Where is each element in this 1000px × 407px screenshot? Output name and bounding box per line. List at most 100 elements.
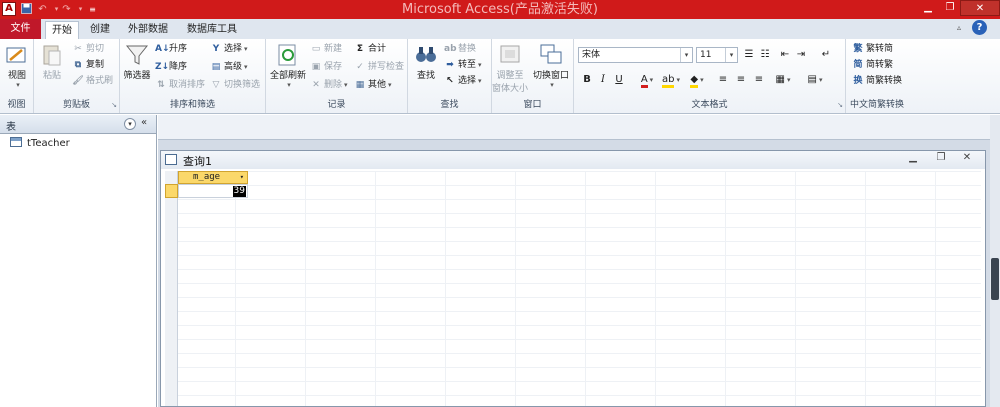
- size-to-fit-label-2: 窗体大小: [492, 84, 529, 94]
- format-painter-button[interactable]: 🖌 格式刷: [72, 73, 113, 89]
- toggle-filter-button[interactable]: ▽ 切换筛选: [210, 77, 260, 93]
- brush-icon: 🖌: [72, 76, 84, 86]
- view-icon: [6, 47, 26, 63]
- chevron-down-icon: ▾: [478, 77, 482, 85]
- numbering-icon[interactable]: ☷: [758, 47, 772, 63]
- totals-label: 合计: [368, 44, 387, 54]
- format-painter-label: 格式刷: [86, 76, 114, 86]
- group-sort-filter: 筛选器 A↓升序 Z↓降序 ⇅ 取消排序 Y 选择 ▾ ▤ 高级 ▾ ▽ 切换筛选 排序和筛…: [120, 39, 266, 113]
- advanced-button[interactable]: ▤ 高级 ▾: [210, 59, 248, 75]
- nav-item-table[interactable]: tTeacher: [10, 137, 70, 151]
- bold-button[interactable]: B: [580, 72, 594, 88]
- collapse-pane-icon[interactable]: «: [141, 117, 147, 128]
- cursor-icon: ↖: [446, 76, 454, 86]
- group-label-window: 窗口: [523, 100, 542, 110]
- replace-button[interactable]: ab替换: [444, 41, 476, 57]
- close-icon[interactable]: ✕: [959, 152, 975, 163]
- group-text-format: 宋体 ▾ 11 ▾ ☰ ☷ ⇤ ⇥ ↵ B I U A ▾ ab ▾ ◆ ▾ ≡ ≡ ≡ …: [574, 39, 846, 113]
- refresh-all-button[interactable]: 全部刷新 ▾: [268, 42, 308, 89]
- close-icon[interactable]: ✕: [960, 0, 1000, 16]
- minimize-icon[interactable]: ▁: [905, 152, 921, 163]
- more-button[interactable]: ▦ 其他 ▾: [354, 77, 392, 93]
- font-color-button[interactable]: A ▾: [636, 72, 658, 88]
- datasheet-grid[interactable]: m_age ▾ 39: [165, 171, 981, 406]
- totals-button[interactable]: Σ 合计: [354, 41, 386, 57]
- restore-icon[interactable]: ❐: [939, 0, 961, 16]
- align-center-icon[interactable]: ≡: [734, 72, 748, 88]
- replace-icon: ab: [444, 44, 457, 54]
- tab-file[interactable]: 文件: [0, 19, 41, 39]
- bullets-icon[interactable]: ☰: [742, 47, 756, 63]
- fill-color-button[interactable]: ◆ ▾: [686, 72, 708, 88]
- cut-label: 剪切: [86, 44, 105, 54]
- group-label-clipboard: 剪贴板: [62, 100, 90, 110]
- advanced-label: 高级: [224, 62, 243, 72]
- size-to-fit-button[interactable]: 调整至 窗体大小: [492, 42, 528, 94]
- tab-external-data[interactable]: 外部数据: [123, 21, 173, 39]
- query-window-header[interactable]: 查询1 ▁ ❐ ✕: [161, 151, 985, 169]
- increase-indent-icon[interactable]: ⇥: [794, 47, 808, 63]
- chevron-down-icon: ▾: [287, 81, 291, 89]
- help-icon[interactable]: ?: [972, 20, 987, 35]
- dialog-launcher-icon[interactable]: ↘: [837, 101, 843, 109]
- filter-label: 筛选器: [123, 71, 151, 81]
- sort-ascending-button[interactable]: A↓升序: [155, 41, 187, 57]
- delete-record-button[interactable]: ✕ 删除 ▾: [310, 77, 347, 93]
- scrollbar-thumb[interactable]: [991, 258, 999, 300]
- font-name-select[interactable]: 宋体 ▾: [578, 47, 693, 63]
- spelling-button[interactable]: ✓ 拼写检查: [354, 59, 404, 75]
- column-header[interactable]: m_age ▾: [178, 171, 248, 184]
- chinese-conversion-button[interactable]: 换简繁转换: [852, 73, 902, 89]
- scrollbar[interactable]: [990, 115, 1000, 407]
- dialog-launcher-icon[interactable]: ↘: [111, 101, 117, 109]
- align-right-icon[interactable]: ≡: [752, 72, 766, 88]
- highlight-button[interactable]: ab ▾: [660, 72, 682, 88]
- data-cell[interactable]: 39: [178, 184, 248, 198]
- minimize-ribbon-icon[interactable]: ▵: [957, 23, 961, 32]
- align-left-icon[interactable]: ≡: [716, 72, 730, 88]
- underline-button[interactable]: U: [612, 72, 626, 88]
- group-label-sort-filter: 排序和筛选: [169, 100, 215, 110]
- paste-button[interactable]: 粘贴: [38, 42, 66, 81]
- trad-to-simp-button[interactable]: 繁繁转简: [852, 41, 893, 57]
- gridlines-button[interactable]: ▦ ▾: [772, 72, 794, 88]
- selection-filter-icon: Y: [212, 44, 220, 54]
- italic-button[interactable]: I: [596, 72, 610, 88]
- alternate-row-color-button[interactable]: ▤ ▾: [804, 72, 826, 88]
- view-button[interactable]: 视图 ▾: [3, 42, 31, 89]
- goto-button[interactable]: ➡ 转至 ▾: [444, 57, 481, 73]
- filter-button[interactable]: 筛选器: [122, 42, 152, 81]
- switch-windows-button[interactable]: 切换窗口 ▾: [530, 42, 572, 89]
- more-icon: ▦: [355, 80, 365, 90]
- chevron-down-icon[interactable]: ▾: [240, 172, 244, 183]
- paragraph-direction-icon[interactable]: ↵: [818, 47, 834, 63]
- save-record-label: 保存: [324, 62, 343, 72]
- copy-button[interactable]: ⧉ 复制: [72, 57, 104, 73]
- save-record-button[interactable]: ▣ 保存: [310, 59, 342, 75]
- tab-database-tools[interactable]: 数据库工具: [181, 21, 243, 39]
- font-size-select[interactable]: 11 ▾: [696, 47, 738, 63]
- record-selector[interactable]: [165, 184, 178, 198]
- cut-button[interactable]: ✂ 剪切: [72, 41, 104, 57]
- selection-button[interactable]: Y 选择 ▾: [210, 41, 248, 57]
- font-size-value: 11: [700, 50, 712, 60]
- nav-pane-header[interactable]: 表 ▾ «: [0, 115, 156, 134]
- group-label-view: 视图: [7, 100, 26, 110]
- find-button[interactable]: 查找: [411, 42, 441, 81]
- switch-windows-label: 切换窗口: [532, 71, 569, 81]
- tab-create[interactable]: 创建: [85, 21, 115, 39]
- clear-sort-button[interactable]: ⇅ 取消排序: [155, 77, 205, 93]
- chevron-down-icon[interactable]: ▾: [124, 118, 136, 130]
- sort-descending-button[interactable]: Z↓降序: [155, 59, 187, 75]
- chevron-down-icon: ▾: [16, 81, 20, 89]
- restore-icon[interactable]: ❐: [933, 152, 949, 163]
- tab-home[interactable]: 开始: [45, 21, 79, 39]
- paste-label: 粘贴: [42, 71, 61, 81]
- select-button[interactable]: ↖ 选择 ▾: [444, 73, 482, 89]
- simp-to-trad-button[interactable]: 简简转繁: [852, 57, 893, 73]
- new-record-button[interactable]: ▭ 新建: [310, 41, 342, 57]
- ribbon: 视图 ▾ 视图 粘贴 ✂ 剪切 ⧉ 复制 🖌 格式刷 剪贴板 ↘ 筛选器 A↓升序 Z…: [0, 39, 1000, 114]
- more-label: 其他: [368, 80, 387, 90]
- minimize-icon[interactable]: ▁: [917, 0, 939, 16]
- decrease-indent-icon[interactable]: ⇤: [778, 47, 792, 63]
